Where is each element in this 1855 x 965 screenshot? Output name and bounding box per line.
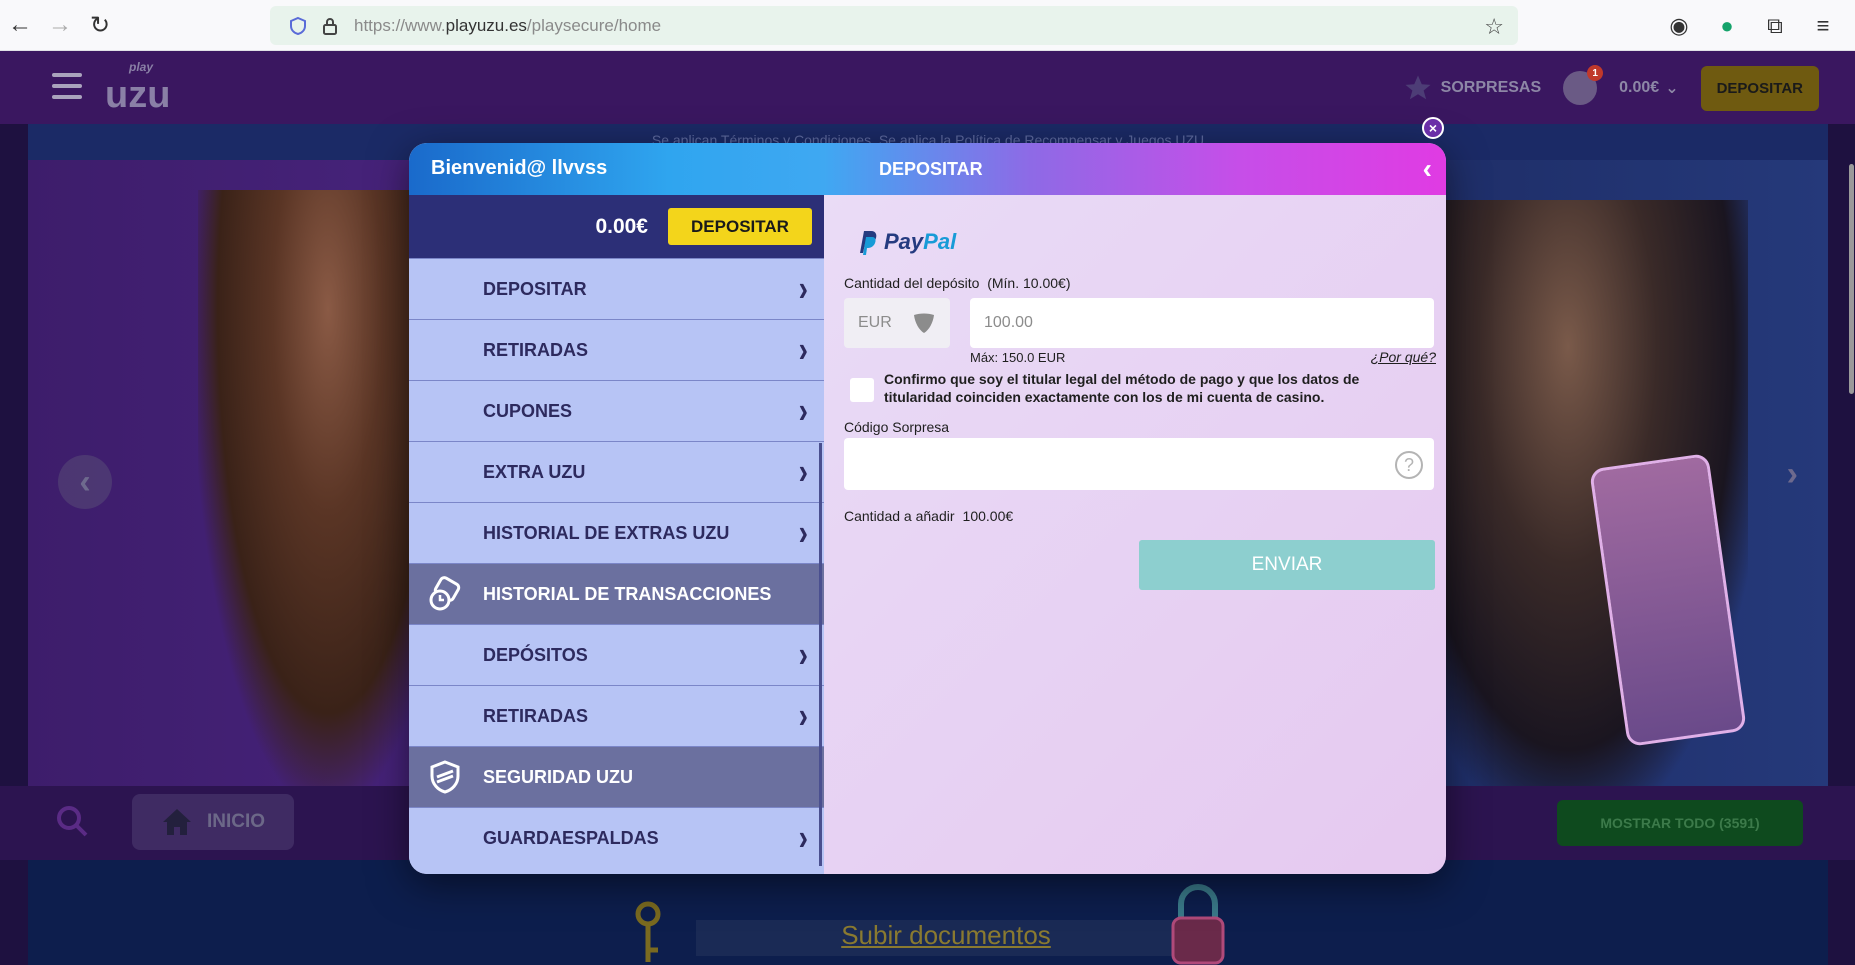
promo-code-input[interactable] [844,438,1434,490]
max-amount-text: Máx: 150.0 EUR [970,350,1066,365]
amount-label: Cantidad del depósito (Mín. 10.00€) [844,275,1071,291]
confirm-owner-checkbox[interactable] [850,378,874,402]
chevron-right-icon: › [798,634,808,675]
help-icon[interactable]: ? [1395,451,1423,479]
menu-item-cupones[interactable]: CUPONES › [409,380,824,441]
paypal-deposit-pane: PayPal Cantidad del depósito (Mín. 10.00… [824,195,1446,874]
avatar[interactable]: 1 [1563,65,1604,105]
chevron-right-icon: › [798,451,808,492]
header-deposit-button[interactable]: DEPOSITAR [1700,65,1819,111]
home-icon [162,809,191,835]
search-icon[interactable] [55,804,89,838]
menu-section-seguridad: SEGURIDAD UZU [409,746,824,807]
amount-to-add: Cantidad a añadir 100.00€ [844,508,1014,524]
menu-item-depositos[interactable]: DEPÓSITOS › [409,624,824,685]
side-menu-scrollbar[interactable] [819,443,822,866]
page-scrollbar[interactable] [1847,124,1855,965]
svg-text:play: play [128,60,154,74]
back-arrow-icon[interactable]: ← [0,5,40,45]
svg-text:uzu: uzu [105,74,170,116]
modal-title: DEPOSITAR [879,159,983,179]
currency-select[interactable]: EUR [844,298,950,348]
side-balance-bar: 0.00€ DEPOSITAR [409,195,824,258]
chevron-right-icon: › [798,695,808,736]
code-label: Código Sorpresa [844,419,950,435]
menu-item-retiradas-historial[interactable]: RETIRADAS › [409,685,824,746]
transactions-icon [429,576,461,611]
chevron-right-icon: › [798,268,808,309]
confirm-owner-text: Confirmo que soy el titular legal del mé… [884,371,1360,405]
documents-strip: Subir documentos [28,860,1828,965]
paypal-logo: PayPal [856,227,956,257]
account-side-menu: 0.00€ DEPOSITAR DEPOSITAR › RETIRADAS › CU… [409,195,824,874]
site-header: play uzu SORPRESAS 1 0.00€ ⌄ DEPOSITAR [0,51,1855,124]
menu-item-depositar[interactable]: DEPOSITAR › [409,258,824,319]
inicio-button[interactable]: INICIO [132,794,294,850]
menu-icon[interactable]: ≡ [1809,12,1837,40]
menu-item-retiradas[interactable]: RETIRADAS › [409,319,824,380]
shield-icon [914,313,934,333]
browser-toolbar: ← → ↻ https://www.playuzu.es/playsecure/… [0,0,1855,51]
hamburger-menu-icon[interactable] [52,73,82,99]
star-icon [1405,75,1431,100]
subir-documentos-link[interactable]: Subir documentos [696,920,1196,956]
menu-item-extra-uzu[interactable]: EXTRA UZU › [409,441,824,502]
notification-badge: 1 [1587,65,1604,81]
key-icon [635,901,661,962]
side-deposit-button[interactable]: DEPOSITAR [668,208,812,245]
extensions-icon[interactable]: ⧉ [1761,12,1789,40]
modal-header: Bienvenid@ llvvss DEPOSITAR ‹ [409,143,1446,195]
submit-button[interactable]: ENVIAR [1139,540,1435,590]
chevron-right-icon: › [798,329,808,370]
menu-item-guardaespaldas[interactable]: GUARDAESPALDAS › [409,807,824,868]
account-icon[interactable]: ◉ [1665,12,1693,40]
grammarly-icon[interactable]: ● [1713,12,1741,40]
address-bar[interactable]: https://www.playuzu.es/playsecure/home ☆ [270,6,1518,45]
chevron-right-icon: › [798,817,808,858]
lock-icon [323,17,337,35]
deposit-modal: Bienvenid@ llvvss DEPOSITAR ‹ 0.00€ DEPO… [409,143,1446,874]
why-link[interactable]: ¿Por qué? [1371,349,1436,365]
reload-icon[interactable]: ↻ [80,5,120,45]
carousel-next-icon[interactable]: › [1787,455,1798,494]
carousel-prev-icon[interactable]: ‹ [58,455,112,509]
welcome-text: Bienvenid@ llvvss [431,157,608,179]
menu-item-historial-extras[interactable]: HISTORIAL DE EXTRAS UZU › [409,502,824,563]
balance-dropdown[interactable]: 0.00€ ⌄ [1619,78,1678,98]
security-shield-icon [430,760,460,794]
url-text: https://www.playuzu.es/playsecure/home [354,15,662,35]
side-menu-list: DEPOSITAR › RETIRADAS › CUPONES › EXTRA UZU… [409,258,824,868]
padlock-icon [1171,884,1225,965]
side-balance: 0.00€ [595,214,648,238]
menu-section-historial-transacciones: HISTORIAL DE TRANSACCIONES [409,563,824,624]
paypal-icon [860,231,877,255]
deposit-amount-input[interactable] [970,298,1434,348]
forward-arrow-icon[interactable]: → [40,5,80,45]
mostrar-todo-button[interactable]: MOSTRAR TODO (3591) [1557,800,1803,846]
chevron-right-icon: › [798,512,808,553]
chevron-down-icon: ⌄ [1665,80,1679,97]
sorpresas-link[interactable]: SORPRESAS [1403,73,1541,103]
modal-close-icon[interactable]: × [1422,117,1444,139]
bookmark-star-icon[interactable]: ☆ [1484,14,1504,40]
chevron-left-icon[interactable]: ‹ [1423,153,1432,185]
shield-icon [290,16,306,35]
playuzu-logo[interactable]: play uzu [103,57,183,117]
chevron-right-icon: › [798,390,808,431]
